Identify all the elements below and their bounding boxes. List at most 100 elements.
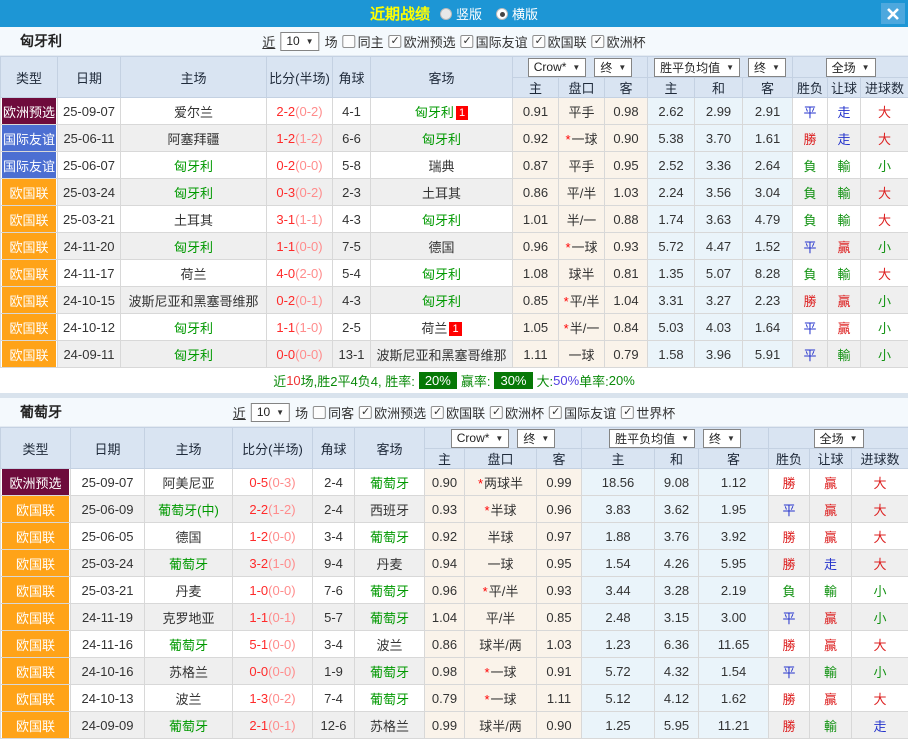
fulltime-score: 1-2 <box>249 529 268 544</box>
mean-away-cell: 2.23 <box>743 287 793 314</box>
league-filter-checkbox[interactable]: ✓ <box>431 406 444 419</box>
result-cell: 勝 <box>769 469 810 496</box>
league-filter-checkbox[interactable]: ✓ <box>359 406 372 419</box>
scope-select[interactable]: 全场▼ <box>826 58 876 77</box>
handicap-result-cell: 輸 <box>828 152 861 179</box>
score-cell: 3-2(1-0) <box>233 550 313 577</box>
odds-company-select[interactable]: Crow*▼ <box>451 429 510 448</box>
mean-stage-select[interactable]: 终▼ <box>748 58 786 77</box>
away-cell: 葡萄牙 <box>355 523 425 550</box>
mean-type-select[interactable]: 胜平负均值▼ <box>609 429 695 448</box>
mean-stage-select-value: 终 <box>709 430 721 447</box>
mean-home-cell: 5.03 <box>648 314 695 341</box>
halftime-score: (0-1) <box>268 718 295 733</box>
layout-radio-vertical[interactable]: 竖版 <box>440 4 482 23</box>
summary-bar: 近10场,胜2平4负4, 胜率:20% 赢率:30% 大:50% 单率:20% <box>0 368 908 393</box>
result-group-controls: 全场▼ <box>769 429 908 448</box>
odds-company-select[interactable]: Crow*▼ <box>528 58 587 77</box>
odds-home-cell: 1.08 <box>513 260 559 287</box>
near-matches-link[interactable]: 近 <box>262 32 275 51</box>
date-cell: 25-03-21 <box>58 206 121 233</box>
odds-home-cell: 0.92 <box>513 125 559 152</box>
handicap-result-cell-text: 贏 <box>824 611 837 626</box>
result-cell: 平 <box>793 98 828 125</box>
fulltime-score: 1-1 <box>276 320 295 335</box>
scope-select[interactable]: 全场▼ <box>814 429 864 448</box>
odds-stage-select[interactable]: 终▼ <box>517 429 555 448</box>
team-label: 葡萄牙 <box>169 638 208 653</box>
star-mark: * <box>564 294 569 309</box>
league-cell: 欧国联 <box>1 577 71 604</box>
match-row: 欧国联24-11-16葡萄牙5-1(0-0)3-4波兰0.86球半/两1.031… <box>1 631 908 658</box>
score-cell: 1-1(1-0) <box>267 314 333 341</box>
panel-title: 近期战绩 <box>370 3 430 24</box>
league-filter-checkbox[interactable]: ✓ <box>621 406 634 419</box>
same-venue-checkbox[interactable] <box>343 35 356 48</box>
halftime-score: (0-3) <box>268 475 295 490</box>
handicap-result-cell: 輸 <box>810 658 852 685</box>
near-matches-link[interactable]: 近 <box>233 403 246 422</box>
league-filter-checkbox[interactable]: ✓ <box>389 35 402 48</box>
league-filter-checkbox[interactable]: ✓ <box>549 406 562 419</box>
home-cell: 葡萄牙 <box>145 550 233 577</box>
halftime-score: (0-1) <box>295 293 322 308</box>
league-filter-checkbox[interactable]: ✓ <box>592 35 605 48</box>
odds-home-cell: 0.96 <box>513 233 559 260</box>
mean-type-select[interactable]: 胜平负均值▼ <box>654 58 740 77</box>
league-cell: 国际友谊 <box>1 125 58 152</box>
corner-cell: 4-3 <box>333 206 371 233</box>
league-cell: 欧国联 <box>1 658 71 685</box>
team-section-1: 匈牙利近10▼场同主✓欧洲预选✓国际友谊✓欧国联✓欧洲杯类型日期主场比分(半场)… <box>0 27 908 393</box>
league-cell: 欧国联 <box>1 260 58 287</box>
goals-result-cell: 大 <box>861 98 908 125</box>
odds-away-cell: 0.96 <box>537 496 582 523</box>
away-cell: 匈牙利 <box>371 206 513 233</box>
league-filter-checkbox[interactable]: ✓ <box>490 406 503 419</box>
mean-home-cell: 2.52 <box>648 152 695 179</box>
odds-away-cell: 1.04 <box>605 287 648 314</box>
sub-header: 胜负 <box>793 78 828 98</box>
chevron-down-icon: ▼ <box>495 434 503 443</box>
date-cell: 24-11-19 <box>71 604 145 631</box>
team-label: 匈牙利 <box>422 132 461 147</box>
mean-away-cell: 5.91 <box>743 341 793 368</box>
handicap-result-cell-text: 贏 <box>824 692 837 707</box>
handicap-line-cell: 球半 <box>559 260 605 287</box>
odds-group-header: Crow*▼ 终▼ <box>425 428 582 449</box>
league-filter-checkbox-group: ✓欧洲预选 <box>359 403 426 422</box>
league-filter-checkbox[interactable]: ✓ <box>533 35 546 48</box>
goals-result-cell: 小 <box>861 287 908 314</box>
goals-result-cell: 小 <box>852 577 908 604</box>
close-button[interactable] <box>881 3 905 24</box>
match-count-select[interactable]: 10▼ <box>280 32 319 51</box>
team-label: 波斯尼亚和黑塞哥维那 <box>376 348 506 363</box>
mean-away-cell: 11.65 <box>699 631 769 658</box>
away-cell: 匈牙利 <box>371 260 513 287</box>
mean-home-cell: 5.72 <box>648 233 695 260</box>
fulltime-score: 0-0 <box>276 347 295 362</box>
col-home-header: 主场 <box>145 428 233 469</box>
fulltime-score: 2-2 <box>249 502 268 517</box>
same-venue-checkbox[interactable] <box>313 406 326 419</box>
home-cell: 爱尔兰 <box>121 98 267 125</box>
league-filter-checkbox-group: ✓国际友谊 <box>549 403 616 422</box>
result-cell: 負 <box>793 152 828 179</box>
chevron-down-icon: ▼ <box>572 63 580 72</box>
match-count-select[interactable]: 10▼ <box>251 403 290 422</box>
summary-segment: 20% <box>419 372 457 389</box>
handicap-line-cell: 平手 <box>559 98 605 125</box>
handicap-result-cell-text: 輸 <box>838 213 851 228</box>
halftime-score: (1-2) <box>268 502 295 517</box>
handicap-line-text: 一球 <box>572 132 598 147</box>
league-filter-checkbox[interactable]: ✓ <box>461 35 474 48</box>
score-cell: 1-3(0-2) <box>233 685 313 712</box>
goals-result-cell: 小 <box>861 233 908 260</box>
result-cell-text: 平 <box>783 611 796 626</box>
fulltime-score: 1-1 <box>276 239 295 254</box>
result-cell: 勝 <box>769 550 810 577</box>
mean-stage-select[interactable]: 终▼ <box>703 429 741 448</box>
league-filter-checkbox-label: 欧洲预选 <box>404 32 456 51</box>
odds-stage-select[interactable]: 终▼ <box>594 58 632 77</box>
layout-radio-horizontal[interactable]: 横版 <box>496 4 538 23</box>
date-cell: 24-10-13 <box>71 685 145 712</box>
